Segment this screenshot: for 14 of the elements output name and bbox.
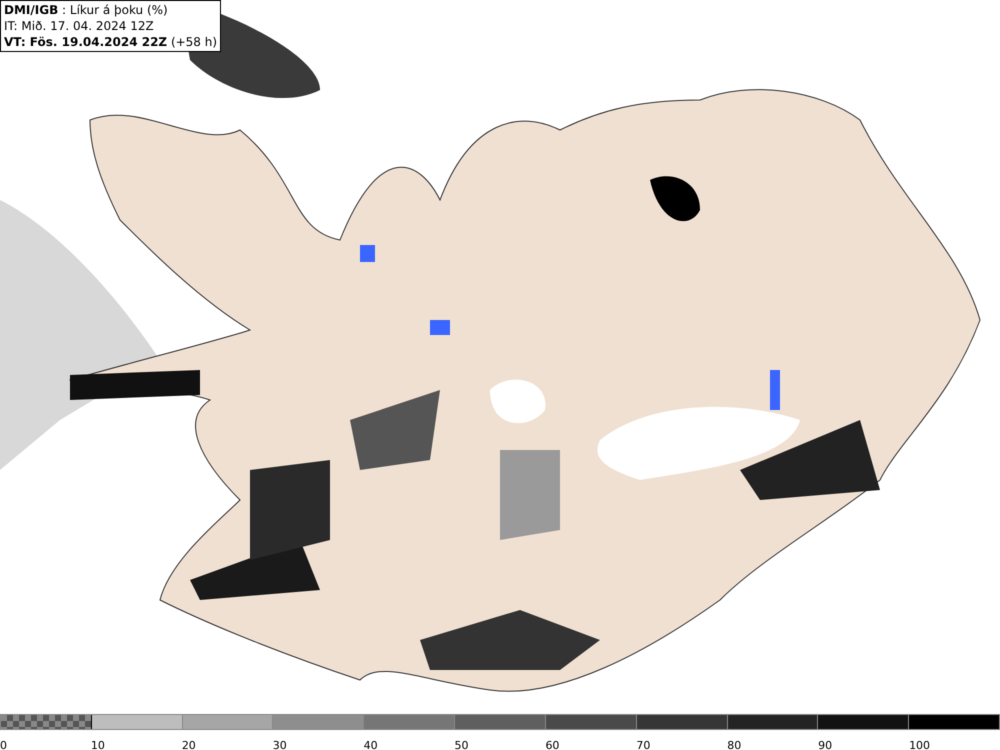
info-text: VT: Fös. 19.04.2024 22Z (+58 h) bbox=[4, 34, 218, 50]
legend-label: 100 bbox=[909, 739, 930, 750]
legend-label: 10 bbox=[90, 739, 105, 750]
legend-label: 70 bbox=[636, 739, 650, 750]
legend-label: 40 bbox=[364, 739, 378, 750]
info-text: IT: Mið. 17. 04. 2024 12Z bbox=[4, 18, 155, 34]
legend-label: 60 bbox=[545, 739, 560, 750]
legend-label: 20 bbox=[182, 739, 196, 750]
legend-label: 30 bbox=[272, 739, 287, 750]
legend-label: 50 bbox=[454, 739, 469, 750]
legend-label: 80 bbox=[727, 739, 742, 750]
legend-label: 90 bbox=[818, 739, 832, 750]
info-text: DMI/IGB : Líkur á þoku (%) bbox=[4, 2, 169, 18]
legend-label: 0 bbox=[0, 739, 7, 750]
